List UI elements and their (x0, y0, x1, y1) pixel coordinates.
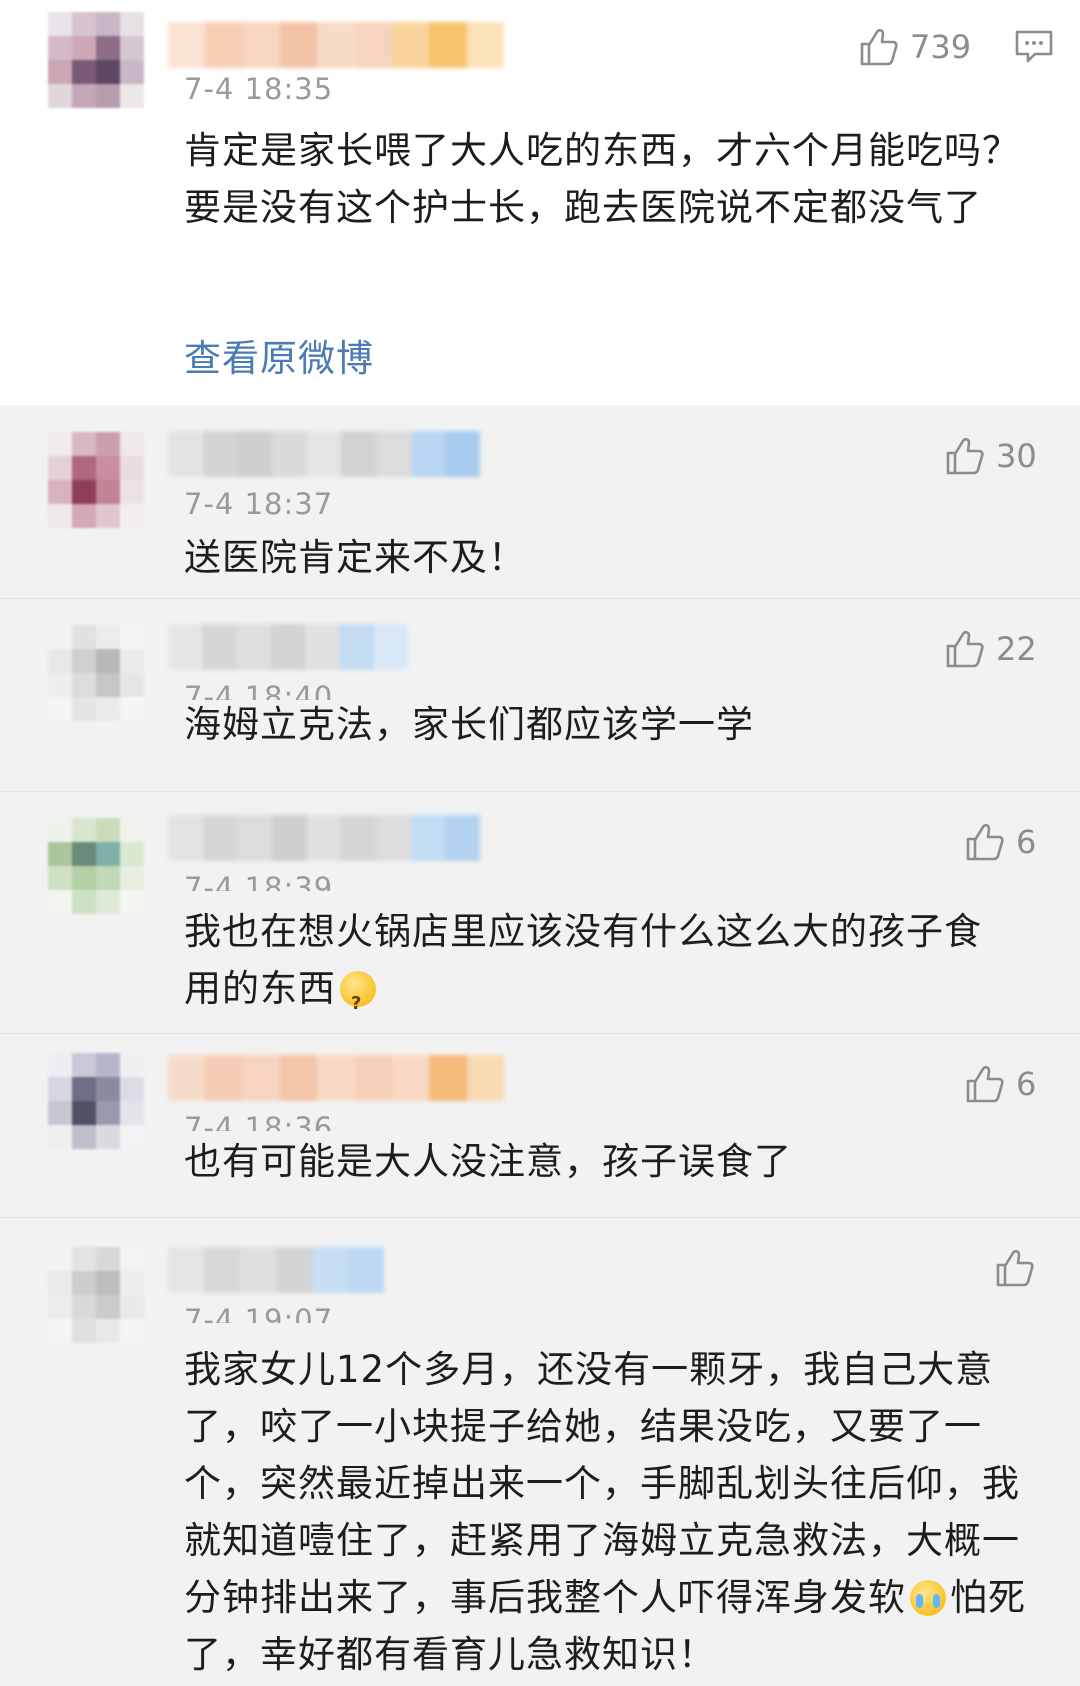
thumbs-up-icon (964, 821, 1006, 863)
like-button[interactable]: 22 (944, 628, 1037, 670)
reply-text: 也有可能是大人没注意，孩子误食了 (184, 1140, 792, 1183)
like-button[interactable]: 30 (944, 435, 1037, 477)
list-item: 7-4 18:37 30 送医院肯定来不及！ (0, 405, 1080, 599)
thumbs-up-icon (964, 1063, 1006, 1105)
comment-time: 7-4 18:35 (184, 72, 334, 106)
view-original-link[interactable]: 查看原微博 (184, 328, 374, 382)
avatar[interactable] (48, 1247, 144, 1343)
reply-text-content: 我也在想火锅店里应该没有什么这么大的孩子食用的东西 (184, 910, 982, 1010)
reply-text: 送医院肯定来不及！ (184, 536, 526, 579)
comment-text: 肯定是家长喂了大人吃的东西，才六个月能吃吗？要是没有这个护士长，跑去医院说不定都… (184, 129, 1020, 229)
username-blurred[interactable] (168, 815, 481, 861)
list-item: 7-4 18:39 6 我也在想火锅店里应该没有什么这么大的孩子食用的东西? (0, 791, 1080, 1034)
username-blurred[interactable] (168, 431, 481, 477)
avatar[interactable] (48, 12, 144, 108)
list-item: 7-4 18:36 6 也有可能是大人没注意，孩子误食了 (0, 1033, 1080, 1218)
reply-text-content: 我家女儿12个多月，还没有一颗牙，我自己大意了，咬了一小块提子给她，结果没吃，又… (184, 1348, 1020, 1619)
avatar[interactable] (48, 818, 144, 914)
like-button[interactable]: 6 (964, 1063, 1036, 1105)
like-count: 22 (996, 630, 1037, 668)
reply-time: 7-4 18:36 (184, 1111, 334, 1131)
reply-time: 7-4 18:39 (184, 871, 334, 891)
thumbs-up-icon (994, 1247, 1036, 1289)
thumbs-up-icon (944, 628, 986, 670)
username-blurred[interactable] (168, 22, 504, 68)
like-button[interactable] (994, 1247, 1046, 1289)
username-blurred[interactable] (168, 624, 408, 670)
avatar[interactable] (48, 432, 144, 528)
reply-time: 7-4 19:07 (184, 1303, 334, 1323)
like-button[interactable]: 739 (858, 26, 971, 68)
comment-icon[interactable] (1014, 28, 1054, 66)
like-button[interactable]: 6 (964, 821, 1036, 863)
reply-time: 7-4 18:37 (184, 487, 334, 521)
avatar[interactable] (48, 1053, 144, 1149)
username-blurred[interactable] (168, 1247, 384, 1293)
list-item: 7-4 18:40 22 海姆立克法，家长们都应该学一学 (0, 598, 1080, 792)
reply-text: 海姆立克法，家长们都应该学一学 (184, 703, 754, 746)
like-count: 6 (1016, 1065, 1037, 1103)
avatar[interactable] (48, 625, 144, 721)
like-count: 6 (1016, 823, 1037, 861)
crying-emoji-icon (910, 1580, 946, 1616)
main-comment: 7-4 18:35 739 肯定是家长喂了大人吃的东西，才六个月能吃吗？要是没有… (0, 0, 1080, 405)
list-item: 7-4 19:07 我家女儿12个多月，还没有一颗牙，我自己大意了，咬了一小块提… (0, 1217, 1080, 1686)
like-count: 739 (910, 28, 972, 66)
thinking-emoji-icon: ? (340, 971, 376, 1014)
thumbs-up-icon (858, 26, 900, 68)
like-count: 30 (996, 437, 1037, 475)
username-blurred[interactable] (168, 1055, 504, 1101)
reply-text: 我家女儿12个多月，还没有一颗牙，我自己大意了，咬了一小块提子给她，结果没吃，又… (184, 1341, 1034, 1683)
thumbs-up-icon (944, 435, 986, 477)
reply-text: 我也在想火锅店里应该没有什么这么大的孩子食用的东西? (184, 903, 1014, 1017)
